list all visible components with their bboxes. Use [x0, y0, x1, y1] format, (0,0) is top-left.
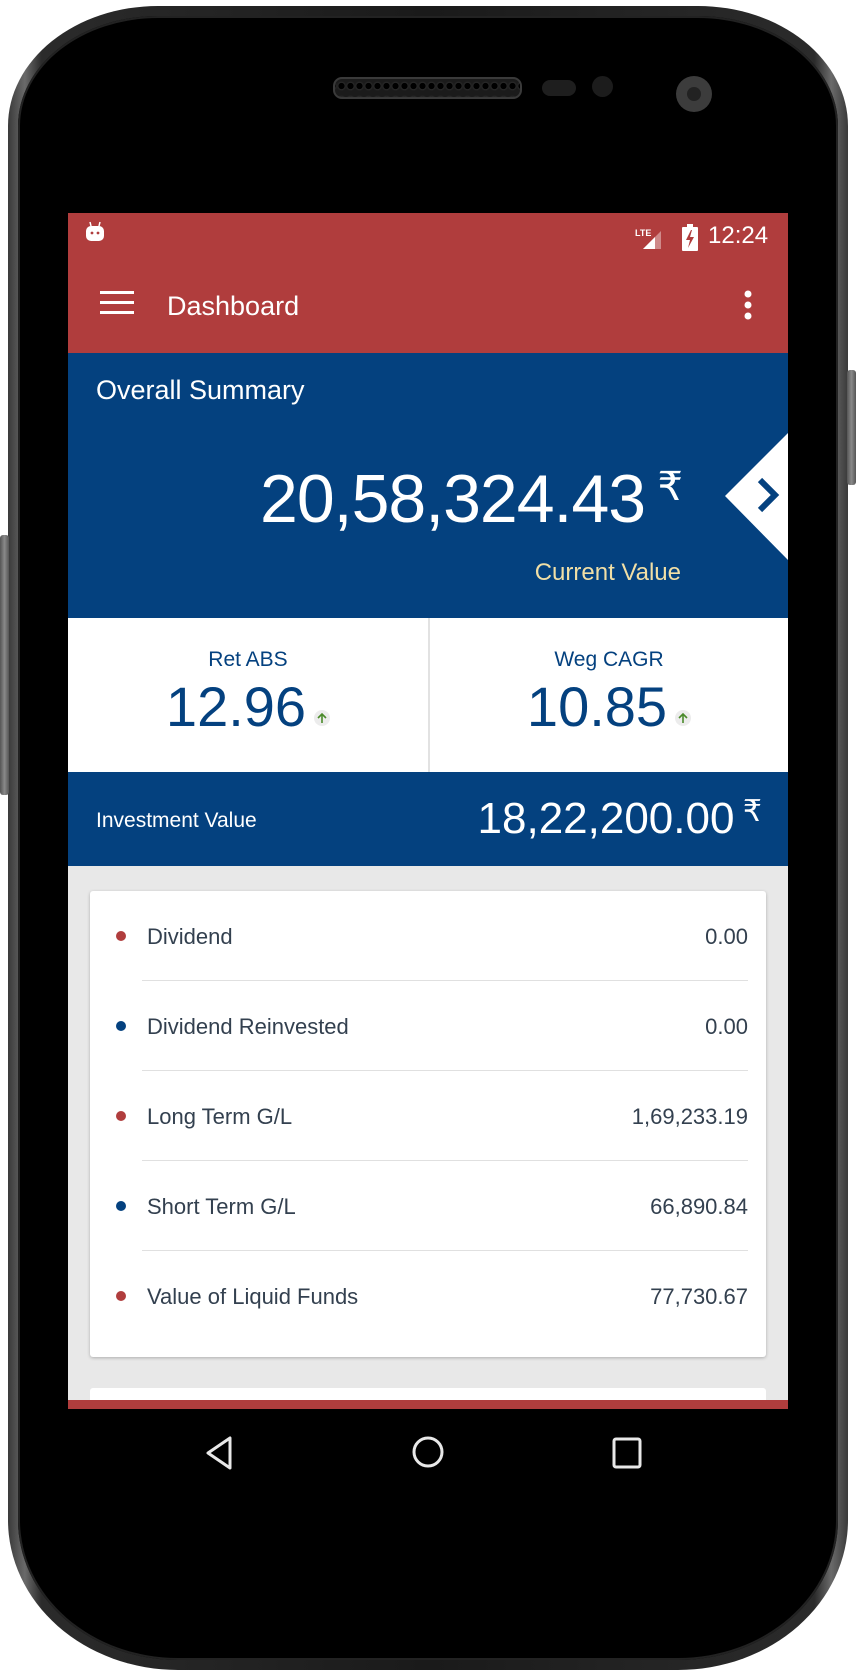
light-sensor	[592, 76, 613, 97]
stat-label: Weg CAGR	[554, 648, 664, 671]
recents-icon[interactable]	[612, 1437, 642, 1469]
investment-label: Investment Value	[96, 809, 257, 832]
list-item[interactable]: Dividend Reinvested 0.00	[90, 981, 766, 1071]
item-value: 77,730.67	[650, 1284, 748, 1309]
stat-ret-abs[interactable]: Ret ABS 12.96	[68, 618, 428, 772]
back-icon[interactable]	[204, 1436, 234, 1470]
stat-label: Ret ABS	[208, 648, 288, 671]
breakdown-card: Dividend 0.00 Dividend Reinvested 0.00 L…	[90, 891, 766, 1357]
app-bar: Dashboard	[68, 263, 788, 353]
front-camera	[676, 76, 712, 112]
currency-symbol: ₹	[657, 465, 683, 509]
stats-row: Ret ABS 12.96 Weg CAGR 10.85	[68, 618, 788, 772]
stat-value: 12.96	[165, 675, 307, 738]
investment-value-row: 18,22,200.00 ₹	[478, 794, 762, 844]
currency-symbol: ₹	[742, 795, 762, 828]
trend-up-icon	[675, 710, 692, 726]
device-screen: LTE 12:24 Dashboard Overall Summary 20,5…	[68, 213, 788, 1493]
status-time: 12:24	[708, 222, 769, 249]
proximity-sensor	[542, 80, 576, 96]
item-label: Dividend	[147, 924, 233, 949]
current-value-label: Current Value	[534, 559, 681, 586]
list-item[interactable]: Value of Liquid Funds 77,730.67	[90, 1251, 766, 1341]
home-icon[interactable]	[411, 1435, 445, 1469]
item-label: Short Term G/L	[147, 1194, 296, 1219]
stat-value-row: 10.85	[430, 674, 788, 739]
item-label: Long Term G/L	[147, 1104, 293, 1129]
status-bar: LTE 12:24	[68, 213, 788, 263]
hamburger-menu-icon[interactable]	[100, 291, 134, 315]
item-value: 1,69,233.19	[631, 1104, 748, 1129]
item-label: Dividend Reinvested	[147, 1014, 349, 1039]
page-title: Dashboard	[167, 291, 300, 321]
volume-button	[0, 535, 9, 795]
investment-value: 18,22,200.00	[477, 794, 735, 843]
item-value: 0.00	[705, 1014, 748, 1039]
current-value: 20,58,324.43	[260, 461, 646, 537]
bullet-icon	[116, 1291, 126, 1301]
item-value: 66,890.84	[650, 1194, 748, 1219]
trend-up-icon	[314, 710, 331, 726]
bullet-icon	[116, 931, 126, 941]
bullet-icon	[116, 1201, 126, 1211]
current-value-row: 20,58,324.43 ₹	[260, 460, 683, 538]
more-vert-icon[interactable]	[744, 290, 752, 320]
chevron-right-icon[interactable]	[725, 433, 788, 560]
list-item[interactable]: Short Term G/L 66,890.84	[90, 1161, 766, 1251]
stat-value: 10.85	[526, 675, 668, 738]
item-value: 0.00	[705, 924, 748, 949]
stat-weg-cagr[interactable]: Weg CAGR 10.85	[430, 618, 788, 772]
summary-heading: Overall Summary	[96, 375, 305, 405]
lte-signal-icon: LTE	[635, 227, 665, 251]
item-label: Value of Liquid Funds	[147, 1284, 359, 1309]
system-nav-bar	[68, 1409, 788, 1493]
power-button	[847, 370, 856, 485]
list-item[interactable]: Dividend 0.00	[90, 891, 766, 981]
overall-summary-panel: Overall Summary 20,58,324.43 ₹ Current V…	[68, 353, 788, 618]
bullet-icon	[116, 1111, 126, 1121]
list-item[interactable]: Long Term G/L 1,69,233.19	[90, 1071, 766, 1161]
earpiece-speaker	[333, 77, 522, 99]
investment-value-bar: Investment Value 18,22,200.00 ₹	[68, 772, 788, 866]
stat-value-row: 12.96	[68, 674, 428, 739]
bullet-icon	[116, 1021, 126, 1031]
battery-charging-icon	[682, 224, 698, 252]
android-notification-icon	[84, 221, 106, 243]
bottom-accent-strip	[68, 1400, 788, 1409]
lte-label: LTE	[635, 228, 651, 238]
